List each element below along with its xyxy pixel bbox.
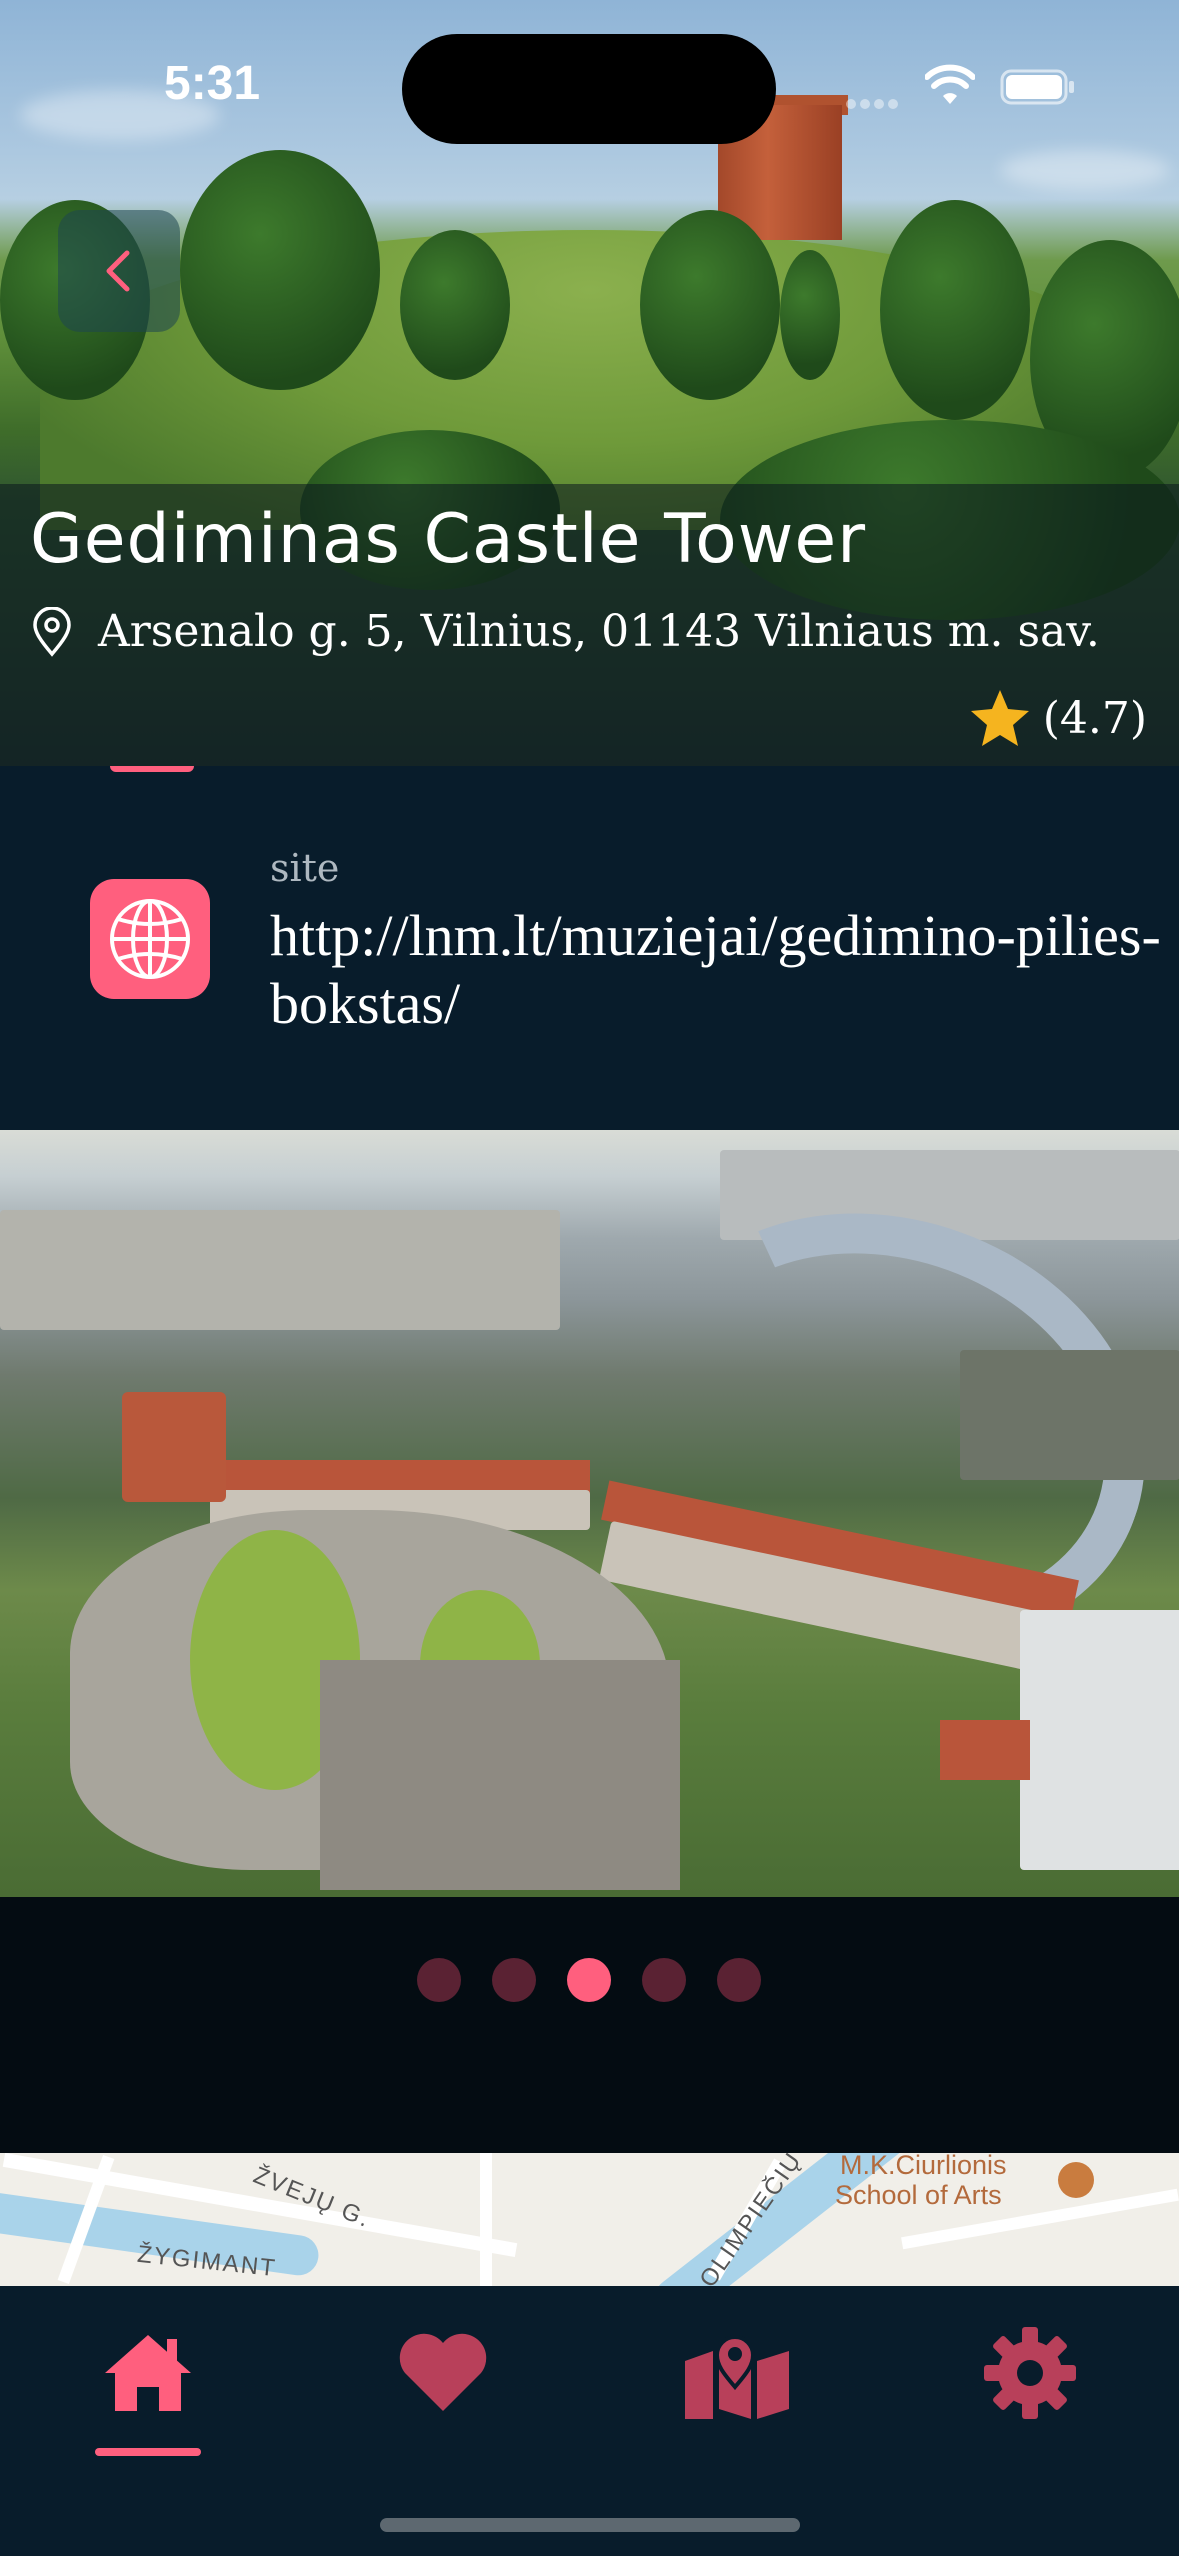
battery-icon — [1000, 69, 1074, 105]
tab-favorites[interactable] — [388, 2318, 498, 2428]
tab-home[interactable] — [93, 2318, 203, 2428]
school-icon — [1058, 2162, 1094, 2198]
home-indicator[interactable] — [380, 2518, 800, 2532]
map-poi-label: M.K.Ciurlionis — [840, 2150, 1007, 2180]
star-icon — [970, 690, 1029, 746]
back-button[interactable] — [58, 210, 180, 332]
gear-icon — [984, 2327, 1076, 2419]
globe-icon — [110, 899, 190, 979]
location-pin-icon — [33, 606, 71, 657]
address-row: Arsenalo g. 5, Vilnius, 01143 Vilniaus m… — [30, 606, 1100, 657]
page-dot-1[interactable] — [417, 1958, 461, 2002]
signal-icon — [846, 94, 902, 109]
chevron-left-icon — [106, 250, 130, 292]
rating-value: (4.7) — [1042, 692, 1147, 744]
scroll-stub — [110, 766, 194, 772]
site-link[interactable]: http://lnm.lt/muziejai/gedimino-pilies-b… — [270, 902, 1170, 1038]
wifi-icon — [925, 64, 975, 104]
page-dot-2[interactable] — [492, 1958, 536, 2002]
page-dot-5[interactable] — [717, 1958, 761, 2002]
dynamic-island — [402, 34, 776, 144]
photo-gallery[interactable] — [0, 1130, 1179, 1897]
page-dot-3-active[interactable] — [567, 1958, 611, 2002]
place-title: Gediminas Castle Tower — [30, 500, 867, 579]
rating: (4.7) — [969, 688, 1147, 748]
site-label: site — [270, 846, 340, 890]
home-icon — [105, 2335, 191, 2411]
pager-panel — [0, 1897, 1179, 2153]
place-address: Arsenalo g. 5, Vilnius, 01143 Vilniaus m… — [98, 606, 1100, 657]
heart-icon — [399, 2333, 487, 2411]
tab-settings[interactable] — [975, 2318, 1085, 2428]
page-dot-4[interactable] — [642, 1958, 686, 2002]
map-poi-label: School of Arts — [835, 2180, 1002, 2210]
status-time: 5:31 — [164, 57, 261, 110]
tab-map[interactable] — [682, 2318, 792, 2428]
active-tab-indicator — [95, 2448, 201, 2456]
map-icon — [685, 2335, 789, 2419]
site-button[interactable] — [90, 879, 210, 999]
